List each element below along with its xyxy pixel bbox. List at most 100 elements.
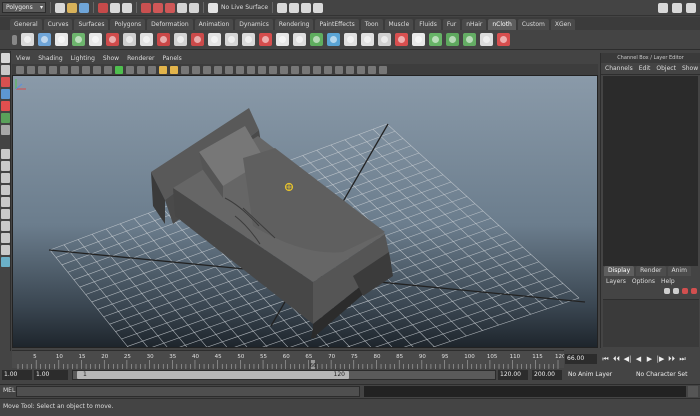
move-layer-up-icon[interactable] [664,288,670,294]
panel-toolbar-icon[interactable] [82,65,90,74]
time-slider[interactable]: 5 10 15 20 25 30 35 40 45 50 55 60 65 70 75 80 85 90 95 100… [12,350,564,369]
select-tool-icon[interactable] [1,53,10,63]
panel-toolbar-icon[interactable] [192,65,200,74]
channel-box-body[interactable] [603,76,698,266]
shelf-tool-icon[interactable] [361,33,374,46]
shelf-tab-deformation[interactable]: Deformation [147,19,193,30]
step-back-key-button[interactable]: ⏴⏴ [612,355,621,364]
shelf-tool-icon[interactable] [412,33,425,46]
shelf-tab-nhair[interactable]: nHair [462,19,487,30]
panel-toolbar-icon[interactable] [115,65,123,74]
layer-menu-layers[interactable]: Layers [606,276,626,287]
panel-toolbar-icon[interactable] [280,65,288,74]
panel-toolbar-icon[interactable] [236,65,244,74]
playback-start-field[interactable]: 1.00 [34,370,68,380]
persp-graph-layout-icon[interactable] [1,185,10,195]
panel-menu-view[interactable]: View [16,55,30,62]
shelf-tool-icon[interactable] [378,33,391,46]
layer-menu-options[interactable]: Options [632,276,655,287]
play-forwards-button[interactable]: ▶ [645,355,654,364]
shelf-tab-animation[interactable]: Animation [194,19,234,30]
persp-outliner-layout-icon[interactable] [1,173,10,183]
panel-toolbar-icon[interactable] [379,65,387,74]
panel-toolbar-icon[interactable] [27,65,35,74]
live-surface[interactable]: No Live Surface [208,2,268,13]
shelf-tool-icon[interactable] [55,33,68,46]
shelf-tool-icon[interactable] [123,33,136,46]
shelf-tool-icon[interactable] [72,33,85,46]
channel-box-menu-object[interactable]: Object [656,63,676,74]
shelf-tool-icon[interactable] [174,33,187,46]
dope-sheet-layout-icon[interactable] [1,233,10,243]
move-tool-icon[interactable] [1,89,10,99]
play-backwards-button[interactable]: ◀ [634,355,643,364]
range-bar[interactable]: 1 120 [72,370,496,380]
start-time-field[interactable]: 1.00 [2,370,32,380]
shelf-tool-icon[interactable] [327,33,340,46]
menu-set-dropdown[interactable]: Polygons ▾ [2,2,46,13]
tool-settings-toggle-icon[interactable] [672,3,682,13]
perspective-viewport[interactable] [12,75,598,348]
attribute-editor-toggle-icon[interactable] [658,3,668,13]
step-forward-frame-button[interactable]: |▶ [656,355,665,364]
open-scene-icon[interactable] [67,2,77,13]
selection-mask-icon[interactable] [141,2,151,13]
shelf-tool-icon[interactable] [344,33,357,46]
select-by-hierarchy-icon[interactable] [98,2,108,13]
shelf-tool-icon[interactable] [429,33,442,46]
shelf-tool-icon[interactable] [259,33,272,46]
shelf-tab-ncloth[interactable]: nCloth [488,19,516,30]
shelf-tool-icon[interactable] [157,33,170,46]
graph-editor-layout-icon[interactable] [1,221,10,231]
panel-menu-renderer[interactable]: Renderer [127,55,154,62]
go-to-start-button[interactable]: ⏮ [601,355,610,364]
panel-toolbar-icon[interactable] [71,65,79,74]
channel-box-menu-show[interactable]: Show [682,63,698,74]
snap-view-plane-icon[interactable] [189,2,199,13]
panel-toolbar-icon[interactable] [181,65,189,74]
step-forward-key-button[interactable]: ⏵⏵ [667,355,676,364]
outliner-layout-icon[interactable] [1,209,10,219]
command-input[interactable] [16,386,360,397]
panel-toolbar-icon[interactable] [346,65,354,74]
panel-toolbar-icon[interactable] [104,65,112,74]
hypershade-layout-icon[interactable] [1,197,10,207]
panel-toolbar-icon[interactable] [170,65,178,74]
shelf-tool-icon[interactable] [191,33,204,46]
shelf-tool-icon[interactable] [106,33,119,46]
panel-menu-shading[interactable]: Shading [38,55,62,62]
shelf-tab-custom[interactable]: Custom [517,19,549,30]
hypershade-icon[interactable] [313,2,324,13]
shelf-tab-surfaces[interactable]: Surfaces [74,19,109,30]
panel-toolbar-icon[interactable] [258,65,266,74]
move-layer-down-icon[interactable] [673,288,679,294]
select-by-object-icon[interactable] [110,2,120,13]
shelf-tab-painteffects[interactable]: PaintEffects [315,19,359,30]
panel-toolbar-icon[interactable] [49,65,57,74]
scale-tool-icon[interactable] [1,113,10,123]
shelf-tool-icon[interactable] [140,33,153,46]
layer-tab-anim[interactable]: Anim [667,266,691,276]
lasso-tool-icon[interactable] [1,65,10,75]
snap-grid-icon[interactable] [153,2,163,13]
shelf-tool-icon[interactable] [446,33,459,46]
panel-toolbar-icon[interactable] [93,65,101,74]
panel-toolbar-icon[interactable] [269,65,277,74]
channel-box-toggle-icon[interactable] [686,3,696,13]
shelf-tab-general[interactable]: General [10,19,42,30]
shelf-tool-icon[interactable] [208,33,221,46]
render-current-frame-icon[interactable] [277,2,288,13]
shelf-tool-icon[interactable] [293,33,306,46]
shelf-tab-toon[interactable]: Toon [360,19,383,30]
shelf-tool-icon[interactable] [310,33,323,46]
panel-toolbar-icon[interactable] [60,65,68,74]
panel-toolbar-icon[interactable] [368,65,376,74]
channel-box-menu-edit[interactable]: Edit [639,63,651,74]
ipr-render-icon[interactable] [289,2,300,13]
uv-editor-layout-icon[interactable] [1,257,10,267]
render-settings-icon[interactable] [301,2,312,13]
playback-end-field[interactable]: 120.00 [498,370,528,380]
shelf-tool-icon[interactable] [38,33,51,46]
channel-box-menu-channels[interactable]: Channels [605,63,633,74]
panel-toolbar-icon[interactable] [247,65,255,74]
